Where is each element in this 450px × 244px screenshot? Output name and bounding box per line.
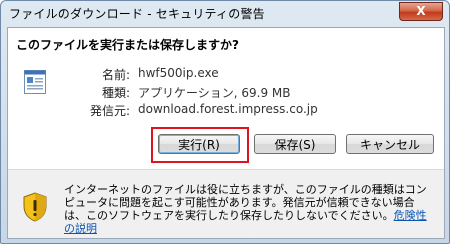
security-warning-panel: インターネットのファイルは役に立ちますが、このファイルの種類はコンピュータに問題…: [8, 170, 444, 238]
window-title: ファイルのダウンロード - セキュリティの警告: [9, 7, 265, 21]
file-name-label: 名前:: [101, 68, 130, 82]
executable-file-icon: [24, 70, 46, 94]
dialog-body: このファイルを実行または保存しますか? 名前: hwf500ip.exe 種類:…: [7, 27, 445, 239]
file-type-value: アプリケーション, 69.9 MB: [138, 86, 291, 100]
file-publisher-label: 発信元:: [89, 104, 130, 118]
run-button[interactable]: 実行(R): [158, 134, 240, 154]
download-dialog: ファイルのダウンロード - セキュリティの警告 X このファイルを実行または保存…: [0, 0, 450, 244]
close-icon: X: [416, 4, 426, 18]
security-warning-message: インターネットのファイルは役に立ちますが、このファイルの種類はコンピュータに問題…: [64, 183, 436, 235]
security-shield-icon: [23, 192, 47, 222]
save-button[interactable]: 保存(S): [254, 134, 336, 154]
close-button[interactable]: X: [399, 2, 443, 21]
title-bar[interactable]: ファイルのダウンロード - セキュリティの警告 X: [1, 1, 449, 25]
prompt-question: このファイルを実行または保存しますか?: [16, 38, 239, 52]
warning-text: インターネットのファイルは役に立ちますが、このファイルの種類はコンピュータに問題…: [64, 183, 427, 222]
file-type-label: 種類:: [101, 86, 130, 100]
file-publisher-value: download.forest.impress.co.jp: [138, 102, 318, 116]
cancel-button[interactable]: キャンセル: [346, 134, 434, 154]
file-name-value: hwf500ip.exe: [138, 66, 219, 80]
